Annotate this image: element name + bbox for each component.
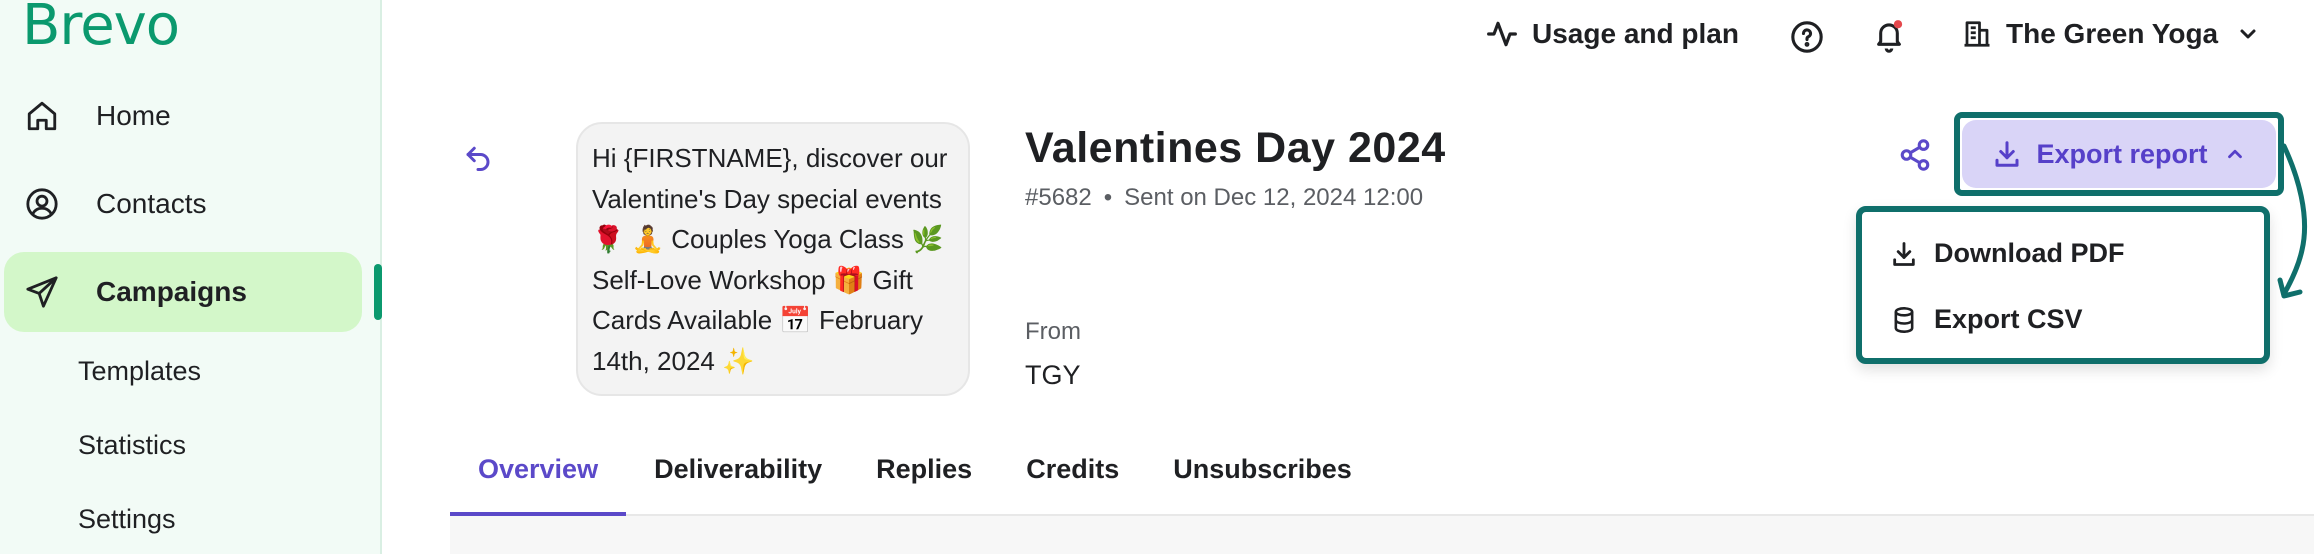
account-switcher[interactable]: The Green Yoga (1962, 18, 2260, 50)
sidebar-item-label: Home (96, 100, 171, 131)
contacts-icon (22, 184, 62, 224)
sidebar: Brevo Home Contacts Campaigns Templates … (0, 0, 382, 554)
tab-unsubscribes[interactable]: Unsubscribes (1173, 440, 1352, 516)
download-icon (1995, 141, 2019, 167)
download-icon (1893, 241, 1915, 266)
email-preview[interactable]: Hi {FIRSTNAME}, discover our Valentine's… (576, 122, 970, 396)
usage-label: Usage and plan (1532, 18, 1739, 49)
campaign-id: #5682 (1025, 184, 1092, 211)
tab-overview[interactable]: Overview (450, 440, 627, 516)
campaign-title: Valentines Day 2024 (1025, 124, 1446, 172)
sidebar-item-contacts[interactable]: Contacts (0, 184, 207, 224)
send-icon (22, 272, 62, 312)
campaign-meta: #5682 • Sent on Dec 12, 2024 12:00 (1025, 184, 1423, 212)
from-label: From (1025, 318, 1081, 345)
activity-icon (1487, 21, 1517, 47)
back-arrow-icon[interactable] (462, 142, 494, 172)
tab-deliverability[interactable]: Deliverability (654, 440, 822, 516)
campaign-sent-date: Sent on Dec 12, 2024 12:00 (1124, 184, 1424, 211)
chevron-up-icon (2227, 149, 2242, 159)
help-icon[interactable] (1790, 20, 1824, 54)
notification-bell-icon[interactable] (1872, 18, 1906, 54)
email-preview-text: Hi {FIRSTNAME}, discover our Valentine's… (592, 143, 948, 376)
sidebar-subitem-settings[interactable]: Settings (78, 504, 176, 535)
share-icon[interactable] (1898, 138, 1932, 172)
annotation-arrow-icon (2277, 143, 2307, 299)
menu-item-download-pdf[interactable]: Download PDF (1890, 238, 2125, 269)
menu-item-label: Export CSV (1934, 304, 2083, 334)
sidebar-subitem-templates[interactable]: Templates (78, 356, 201, 387)
tab-credits[interactable]: Credits (1026, 440, 1119, 516)
sidebar-item-campaigns[interactable]: Campaigns (4, 252, 362, 332)
menu-item-export-csv[interactable]: Export CSV (1890, 304, 2083, 335)
sidebar-item-label: Contacts (96, 188, 207, 219)
export-report-label: Export report (2036, 138, 2208, 169)
sidebar-item-label: Campaigns (96, 276, 247, 307)
database-icon (1894, 306, 1914, 333)
separator-dot: • (1103, 184, 1113, 211)
usage-and-plan-button[interactable]: Usage and plan (1486, 18, 1739, 50)
export-report-button[interactable]: Export report (1962, 120, 2276, 188)
building-icon (1964, 21, 1990, 47)
content-area (450, 516, 2314, 554)
account-name: The Green Yoga (2006, 18, 2219, 49)
from-value: TGY (1025, 360, 1081, 390)
sidebar-subitem-statistics[interactable]: Statistics (78, 430, 186, 461)
active-nav-indicator (374, 264, 382, 320)
menu-item-label: Download PDF (1934, 238, 2125, 268)
home-icon (22, 96, 62, 136)
export-dropdown-menu: Download PDF Export CSV (1856, 206, 2270, 364)
report-tabs: Overview Deliverability Replies Credits … (450, 440, 1406, 516)
chevron-down-icon (2240, 29, 2256, 39)
sidebar-item-home[interactable]: Home (0, 96, 171, 136)
brevo-logo[interactable]: Brevo (22, 0, 180, 54)
tab-replies[interactable]: Replies (876, 440, 972, 516)
